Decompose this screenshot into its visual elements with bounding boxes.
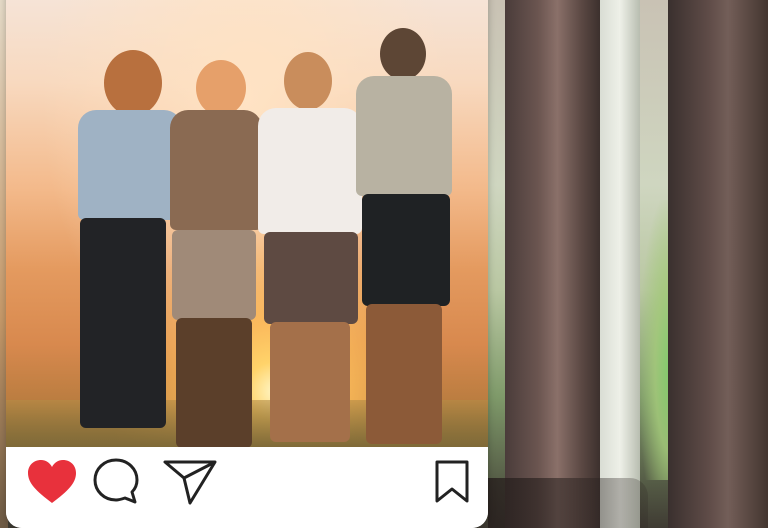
background-pillar <box>505 0 600 528</box>
heart-icon[interactable] <box>26 459 78 505</box>
bookmark-icon[interactable] <box>434 459 470 505</box>
background-column-light <box>600 0 640 528</box>
send-icon[interactable] <box>162 459 218 505</box>
photo-person <box>350 28 460 448</box>
post-card <box>6 0 488 528</box>
background-shadow <box>488 478 648 528</box>
comment-icon[interactable] <box>91 457 141 507</box>
background-pillar <box>668 0 768 528</box>
photo-person <box>164 60 264 450</box>
post-action-bar <box>6 447 488 528</box>
post-photo[interactable] <box>6 0 488 450</box>
